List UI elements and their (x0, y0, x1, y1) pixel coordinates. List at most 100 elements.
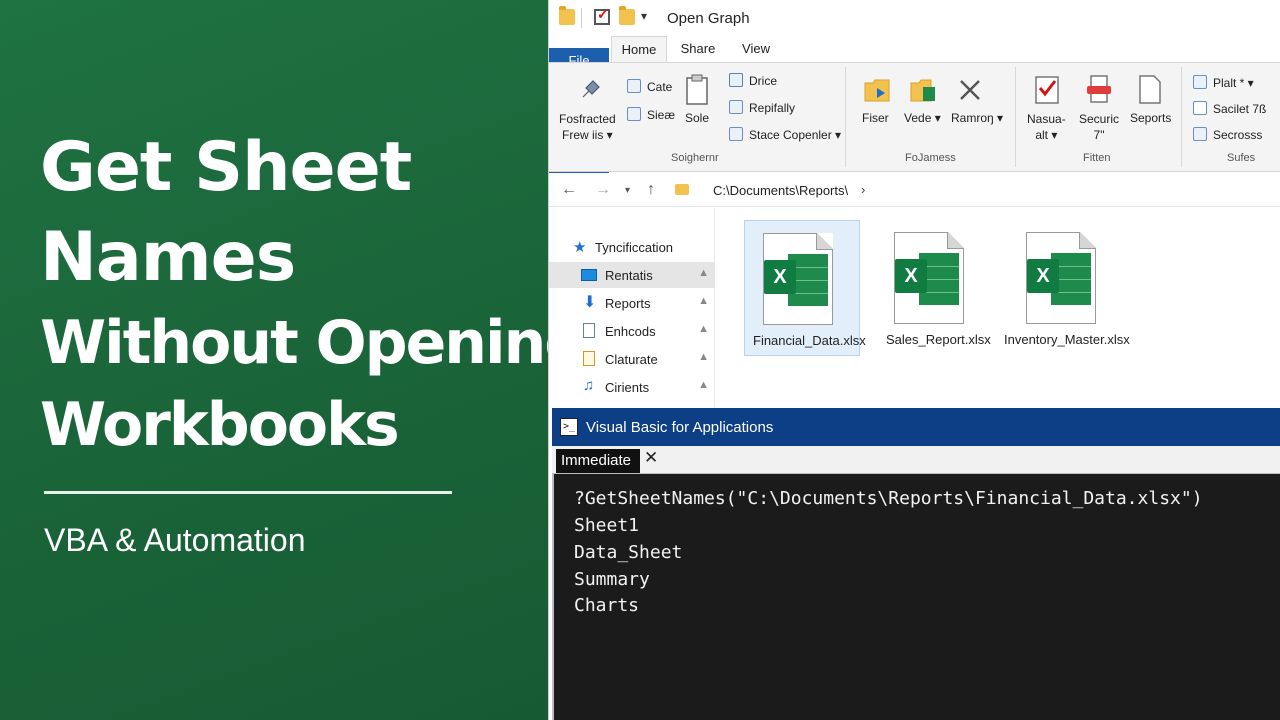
select-label: Nasua- alt ▾ (1027, 112, 1066, 142)
tab-view[interactable]: View (733, 36, 779, 62)
new-folder-icon[interactable] (619, 6, 635, 25)
breadcrumb-chevron-icon[interactable]: › (861, 182, 865, 197)
organize-label: Stace Copenler ▾ (749, 128, 842, 142)
grid-icon (1193, 75, 1207, 89)
star-icon: ★ (573, 239, 587, 256)
copy-icon (627, 79, 641, 93)
nav-item-downloads[interactable]: ⬇ Reports ▲ (549, 290, 715, 316)
immediate-window[interactable]: ?GetSheetNames("C:\Documents\Reports\Fin… (552, 474, 1280, 720)
headline-line-1: Get Sheet (40, 128, 412, 207)
new-folder-label: Fiser (862, 111, 889, 125)
pin-to-quick-access-icon (577, 77, 603, 108)
pin-icon[interactable]: ▲ (698, 323, 709, 335)
group-label-2: FoJamess (905, 152, 956, 164)
copy-button[interactable]: Cate (627, 79, 672, 94)
copy-label: Cate (647, 80, 673, 94)
paste-shortcut-button[interactable]: Sieæ (627, 107, 675, 122)
select-all-dropdown[interactable]: Plalt * ▾ (1193, 75, 1254, 90)
pin-button-label: Fosfracted Frew iis ▾ (559, 112, 616, 142)
pin-button[interactable]: Fosfracted Frew iis ▾ (559, 111, 616, 143)
security-icon (1085, 73, 1113, 110)
organize-dropdown[interactable]: Stace Copenler ▾ (729, 127, 841, 142)
pin-icon[interactable]: ▲ (698, 379, 709, 391)
console-line: Sheet1 (574, 515, 640, 536)
excel-file-icon: X (763, 233, 833, 325)
nav-item-music[interactable]: ♫ Cirients ▲ (549, 374, 715, 400)
forward-arrow-icon[interactable]: → (595, 181, 611, 199)
excel-file-icon: X (894, 232, 964, 324)
new-folder-large-icon (863, 75, 891, 110)
back-arrow-icon[interactable]: ← (561, 181, 577, 199)
file-list: X Financial_Data.xlsx X Sales_Report.xls… (716, 208, 1280, 408)
music-icon: ♫ (583, 377, 595, 394)
file-item[interactable]: X Sales_Report.xlsx (876, 220, 992, 356)
paste-shortcut-label: Sieæ (647, 108, 676, 122)
customize-toolbar-chevron-icon[interactable]: ▾ (641, 9, 647, 23)
folder-icon[interactable] (559, 6, 575, 25)
remove-dropdown[interactable]: Ramroŋ ▾ (951, 111, 1003, 125)
tab-share[interactable]: Share (673, 36, 723, 62)
explorer-window: ▾ Open Graph File Home Share View Fosfra… (548, 0, 1280, 720)
address-bar: ← → ▾ ↑ C:\Documents\Reports\ › (549, 173, 1280, 207)
nav-item-pictures[interactable]: Claturate ▲ (549, 346, 715, 372)
headline-line-3: Without Opening (40, 308, 587, 378)
invert-selection-button[interactable]: Secrosss (1193, 127, 1262, 142)
new-item-dropdown[interactable]: Vede ▾ (904, 111, 941, 125)
shortcut-icon (627, 107, 641, 121)
console-line: ?GetSheetNames("C:\Documents\Reports\Fin… (574, 488, 1203, 509)
desktop-icon (581, 269, 597, 281)
select-dropdown[interactable]: Nasua- alt ▾ (1027, 111, 1066, 143)
reports-label: Seports (1130, 111, 1172, 125)
window-title: Open Graph (667, 10, 750, 27)
ribbon-tabs: File Home Share View (549, 36, 1280, 184)
move-to-button[interactable]: Drice (729, 73, 777, 88)
page-icon (1193, 101, 1207, 115)
vba-title-bar: >_ Visual Basic for Applications (552, 408, 1280, 446)
nav-item-label: Reports (605, 296, 651, 311)
copy-to-button[interactable]: Repifally (729, 100, 795, 115)
headline-line-4: Workbooks (40, 390, 400, 460)
pin-icon[interactable]: ▲ (698, 351, 709, 363)
nav-item-desktop[interactable]: Rentatis ▲ (549, 262, 715, 288)
paste-button[interactable]: Sole (685, 111, 709, 125)
remove-label: Ramroŋ ▾ (951, 111, 1004, 125)
group-separator (1015, 67, 1016, 167)
tab-home[interactable]: Home (611, 36, 667, 62)
excel-badge: X (1027, 259, 1059, 293)
nav-item-label: Cirients (605, 380, 650, 395)
pin-icon[interactable]: ▲ (698, 267, 709, 279)
console-line: Summary (574, 569, 650, 590)
delete-icon (957, 77, 983, 108)
recent-locations-chevron-icon[interactable]: ▾ (625, 185, 630, 196)
vba-window-title: Visual Basic for Applications (586, 419, 774, 436)
new-folder-button[interactable]: Fiser (862, 111, 889, 125)
reports-button[interactable]: Seports (1130, 111, 1171, 125)
title-bar: ▾ Open Graph (549, 0, 1280, 36)
pin-icon[interactable]: ▲ (698, 295, 709, 307)
select-none-button[interactable]: Sacilet 7ß (1193, 101, 1266, 116)
move-to-label: Drice (749, 74, 778, 88)
console-line: Charts (574, 595, 640, 616)
immediate-window-tab[interactable]: Immediate (556, 449, 640, 473)
nav-item-documents[interactable]: Enhcods ▲ (549, 318, 715, 344)
nav-item-quick-access[interactable]: ★ Tyncificcation (549, 234, 715, 260)
address-path[interactable]: C:\Documents\Reports\ (713, 183, 848, 198)
file-name: Inventory_Master.xlsx (1004, 332, 1130, 347)
close-icon[interactable]: ✕ (644, 448, 658, 468)
security-button[interactable]: Securic 7" (1079, 111, 1119, 143)
group-separator (845, 67, 846, 167)
clipboard-icon (685, 73, 709, 110)
properties-icon[interactable] (594, 6, 610, 25)
console-line: Data_Sheet (574, 542, 683, 563)
folder-icon (675, 184, 689, 195)
file-item[interactable]: X Inventory_Master.xlsx (1004, 220, 1130, 356)
toolbar-separator (581, 8, 582, 28)
file-name: Financial_Data.xlsx (753, 333, 866, 348)
up-arrow-icon[interactable]: ↑ (647, 181, 655, 199)
file-item[interactable]: X Financial_Data.xlsx (744, 220, 866, 356)
group-label-1: Soighernr (671, 152, 719, 164)
nav-item-label: Claturate (605, 352, 658, 367)
headline-line-2: Names (40, 218, 296, 297)
copy-to-icon (729, 100, 743, 114)
select-all-label: Plalt * ▾ (1213, 76, 1254, 90)
